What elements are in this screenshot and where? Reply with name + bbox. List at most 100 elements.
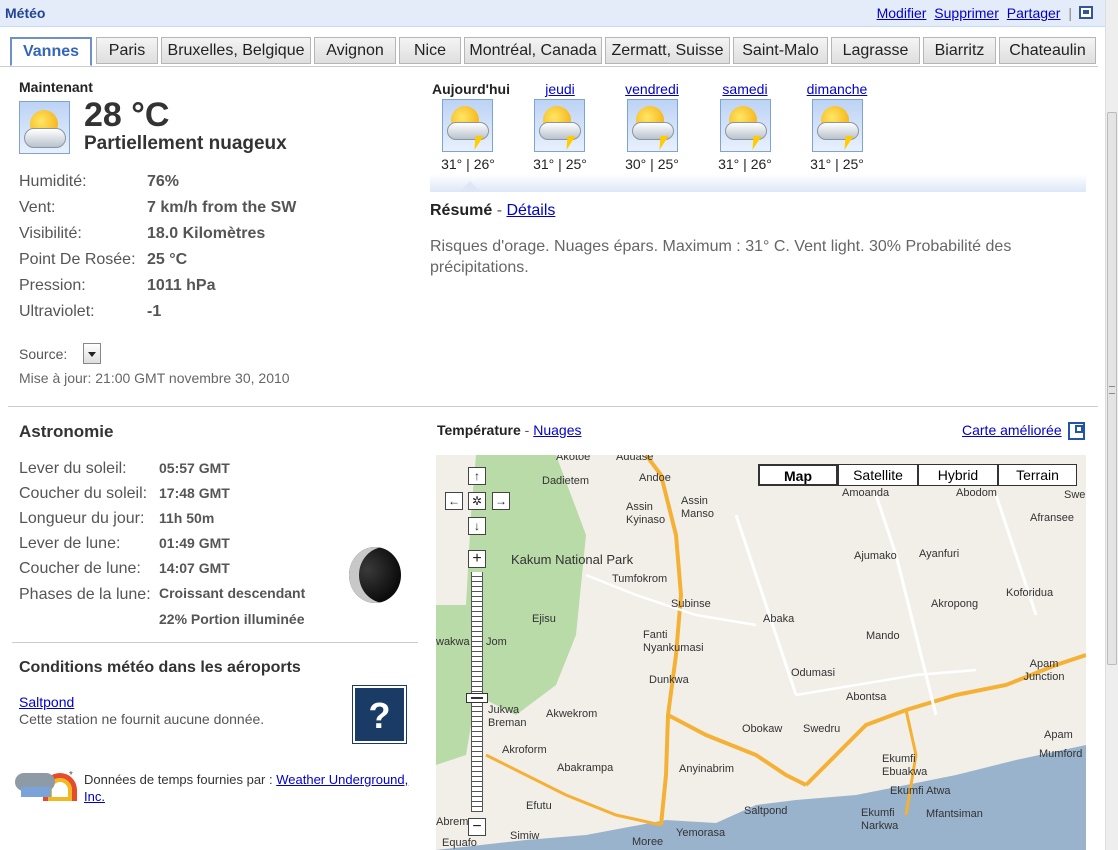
clouds-layer-link[interactable]: Nuages [533,422,581,438]
map-town: Apam Junction [1023,658,1065,683]
map-town: Abodom [956,487,997,499]
weather-map[interactable]: Kakum National Park Akotoe Aduase Dadiet… [436,455,1086,850]
tab-lagrasse[interactable]: Lagrasse [831,37,920,64]
map-town: Abontsa [846,691,887,703]
moonrise-label: Lever de lune: [19,535,121,552]
map-town: Dunkwa [649,674,689,686]
map-town: Obokaw [742,723,783,735]
map-town: Assin Manso [681,495,715,520]
forecast-temps-friday: 30° | 25° [625,156,679,172]
tabs-divider [0,66,1098,67]
pan-left-button[interactable]: ← [445,492,463,510]
city-tabs: Vannes Paris Bruxelles, Belgique Avignon… [10,37,1100,66]
map-town: Ejisu [532,613,556,625]
sunrise-value: 05:57 GMT [159,460,230,476]
enhanced-map-link[interactable]: Carte améliorée [962,422,1062,438]
day-length-value: 11h 50m [159,510,215,526]
credits-asterisk: * [69,770,73,781]
popout-icon[interactable] [1079,6,1093,19]
map-town: Abakrampa [557,762,614,774]
pan-right-button[interactable]: → [492,492,510,510]
uv-label: Ultraviolet: [19,303,95,320]
map-type-hybrid-button[interactable]: Hybrid [918,464,998,486]
tab-zermatt[interactable]: Zermatt, Suisse [605,37,730,64]
map-town: Mfantsiman [926,808,983,820]
moon-phase-value: Croissant descendant [159,585,306,601]
map-type-terrain-button[interactable]: Terrain [998,464,1077,486]
gadget-header: Météo Modifier Supprimer Partager | [0,0,1105,27]
details-link[interactable]: Détails [506,202,555,219]
weather-underground-logo [13,767,77,805]
forecast-selected-pointer [459,181,481,192]
tab-bruxelles[interactable]: Bruxelles, Belgique [161,37,311,64]
edit-link[interactable]: Modifier [877,5,927,21]
map-town: Swedru [803,723,841,735]
source-label: Source: [19,346,68,362]
forecast-summary-text: Risques d'orage. Nuages épars. Maximum :… [430,238,1012,276]
map-town: Akwekrom [546,708,598,720]
airport-station-link[interactable]: Saltpond [19,694,74,710]
dew-point-value: 25 °C [147,251,188,268]
tab-vannes[interactable]: Vannes [10,37,92,66]
thunderstorm-icon [812,99,863,152]
unknown-conditions-icon: ? [352,685,407,744]
map-town: Koforidua [1006,587,1054,599]
map-town: Abrem [436,816,469,828]
map-town: Saltpond [744,805,788,817]
map-town: Dadietem [542,475,590,487]
map-town: Moree [632,836,664,848]
zoom-in-button[interactable]: + [468,550,486,568]
map-town: Akroform [502,744,547,756]
tab-avignon[interactable]: Avignon [314,37,396,64]
external-link-icon[interactable] [1068,422,1085,440]
map-type-satellite-button[interactable]: Satellite [838,464,918,486]
summary-label: Résumé [430,202,493,219]
day-length-label: Longueur du jour: [19,510,145,527]
temperature-layer-label: Température [437,422,521,438]
dew-point-label: Point De Rosée: [19,251,136,268]
credits-prefix: Données de temps fournies par : [84,772,273,787]
wind-label: Vent: [19,199,56,216]
tab-saint-malo[interactable]: Saint-Malo [733,37,828,64]
pressure-label: Pression: [19,277,86,294]
zoom-slider-handle[interactable] [466,693,488,703]
zoom-out-button[interactable]: − [468,818,486,836]
share-link[interactable]: Partager [1007,5,1061,21]
tab-montreal[interactable]: Montréal, Canada [464,37,602,64]
map-town: Breman [488,717,527,729]
moon-illumination: 22% Portion illuminée [159,611,305,627]
thunderstorm-icon [720,99,771,152]
zoom-slider-track[interactable] [471,572,483,812]
last-updated: Mise à jour: 21:00 GMT novembre 30, 2010 [19,370,290,386]
forecast-day-sunday[interactable]: dimanche [797,81,877,97]
map-town: Odumasi [791,667,836,679]
section-divider [12,642,418,643]
map-layer-selector: Température - Nuages [437,422,582,438]
credits-text: Données de temps fournies par : Weather … [84,771,414,805]
forecast-day-friday[interactable]: vendredi [612,81,692,97]
map-town: Equafo [442,837,477,849]
tab-nice[interactable]: Nice [399,37,461,64]
map-town: Ekumfi Ebuakwa [882,753,928,778]
pan-center-button[interactable]: ✲ [468,492,486,510]
delete-link[interactable]: Supprimer [934,5,999,21]
pan-up-button[interactable]: ↑ [468,467,486,485]
map-town: Apam [1044,729,1073,741]
source-dropdown[interactable] [83,343,101,364]
map-town: Mando [866,630,900,642]
uv-value: -1 [147,303,162,320]
pan-down-button[interactable]: ↓ [468,517,486,535]
tab-biarritz[interactable]: Biarritz [923,37,996,64]
map-type-map-button[interactable]: Map [758,464,838,486]
map-town: Aduase [616,455,654,463]
map-town: Yemorasa [676,827,726,839]
tab-paris[interactable]: Paris [96,37,158,64]
chevron-down-icon [88,352,96,357]
visibility-label: Visibilité: [19,225,82,242]
tab-chateaulin[interactable]: Chateaulin [999,37,1096,64]
forecast-day-saturday[interactable]: samedi [705,81,785,97]
forecast-day-thursday[interactable]: jeudi [520,81,600,97]
map-layer-dash: - [524,422,530,438]
map-roads [436,455,1086,850]
map-town: Akotoe [556,455,591,463]
